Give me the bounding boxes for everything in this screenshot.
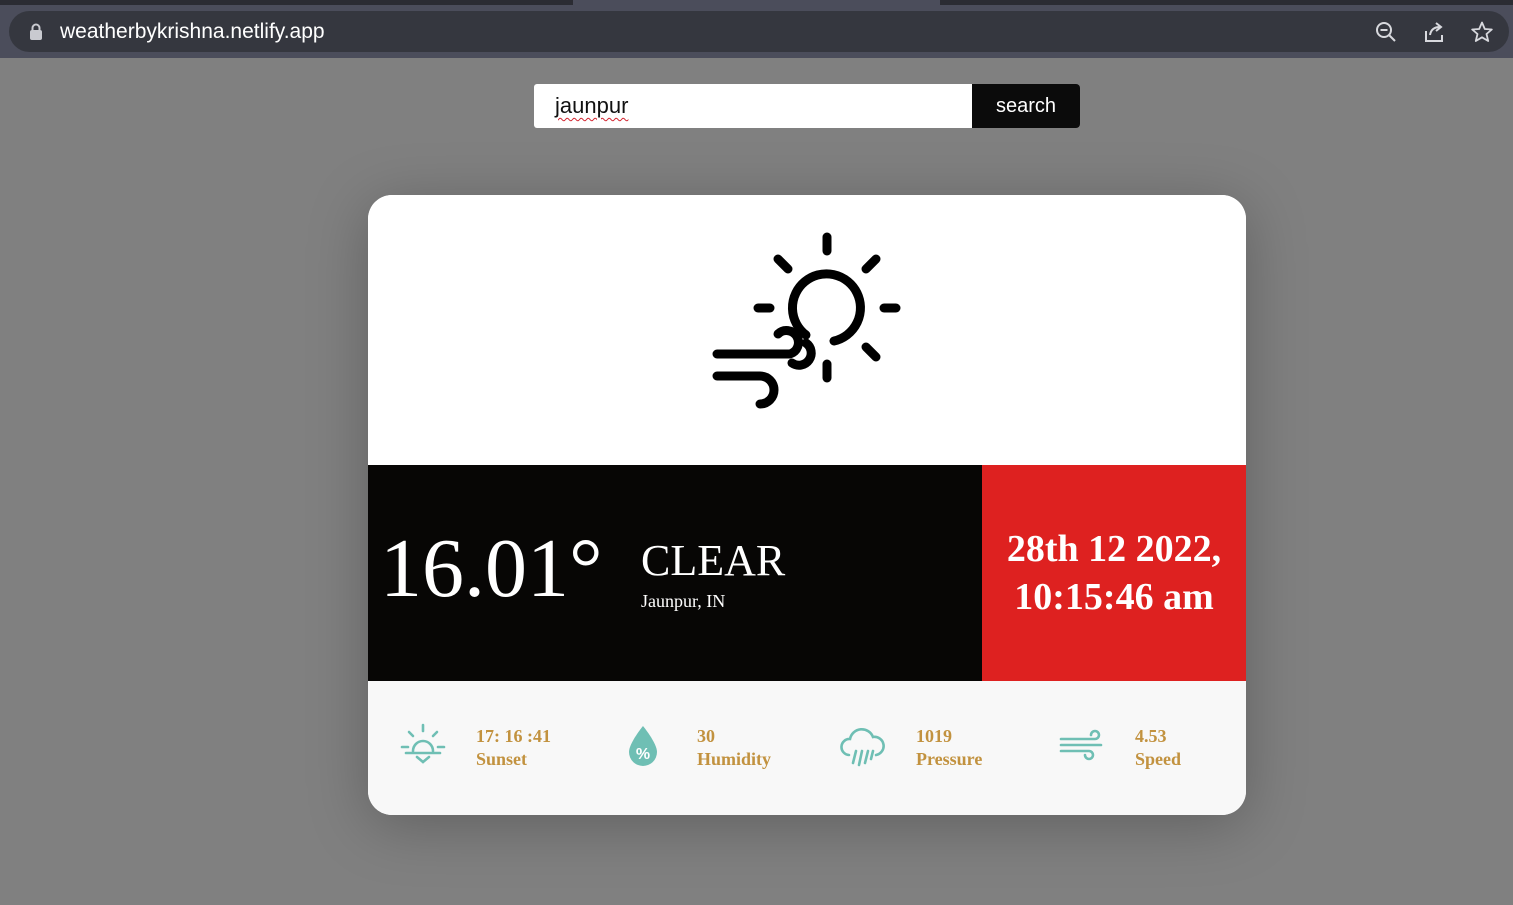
date-time: 28th 12 2022, 10:15:46 am — [982, 525, 1246, 621]
wind-icon — [1059, 729, 1103, 761]
url-text[interactable]: weatherbykrishna.netlify.app — [60, 20, 325, 44]
city-search-input[interactable] — [534, 84, 972, 128]
pressure-label: Pressure — [916, 749, 983, 769]
rain-cloud-icon — [840, 727, 885, 767]
search-button[interactable]: search — [972, 84, 1080, 128]
zoom-icon[interactable] — [1373, 19, 1399, 45]
sunset-label: Sunset — [476, 749, 528, 769]
svg-text:%: % — [636, 746, 650, 763]
tab-strip — [0, 0, 1513, 5]
wind-speed-label: Speed — [1135, 749, 1182, 769]
sunset-value: 17: 16 :41 — [476, 726, 551, 746]
sun-wind-icon — [712, 232, 901, 409]
weather-icon-area — [368, 195, 1246, 465]
date-time-band: 28th 12 2022, 10:15:46 am — [982, 465, 1246, 681]
active-tab[interactable] — [573, 0, 940, 5]
weather-info-band: 16.01° CLEAR Jaunpur, IN — [368, 465, 982, 681]
humidity-icon: % — [629, 726, 657, 766]
bookmark-star-icon[interactable] — [1469, 19, 1495, 45]
sunset-icon — [400, 723, 446, 764]
browser-chrome: weatherbykrishna.netlify.app — [0, 0, 1513, 58]
lock-icon[interactable] — [29, 23, 43, 41]
temperature: 16.01° — [380, 522, 603, 615]
date-line: 28th 12 2022, — [1006, 528, 1222, 570]
weather-stats: 17: 16 :41 Sunset % 30 Humidity 1019 Pre… — [368, 681, 1246, 815]
address-bar[interactable]: weatherbykrishna.netlify.app — [9, 11, 1509, 52]
location-label: Jaunpur, IN — [641, 591, 726, 611]
share-icon[interactable] — [1421, 19, 1447, 45]
weather-card: 16.01° CLEAR Jaunpur, IN 28th 12 2022, 1… — [368, 195, 1246, 815]
weather-condition: CLEAR — [641, 536, 786, 585]
humidity-label: Humidity — [697, 749, 772, 769]
humidity-value: 30 — [697, 726, 715, 746]
time-line: 10:15:46 am — [1014, 576, 1214, 618]
pressure-value: 1019 — [916, 726, 952, 746]
wind-speed-value: 4.53 — [1135, 726, 1167, 746]
